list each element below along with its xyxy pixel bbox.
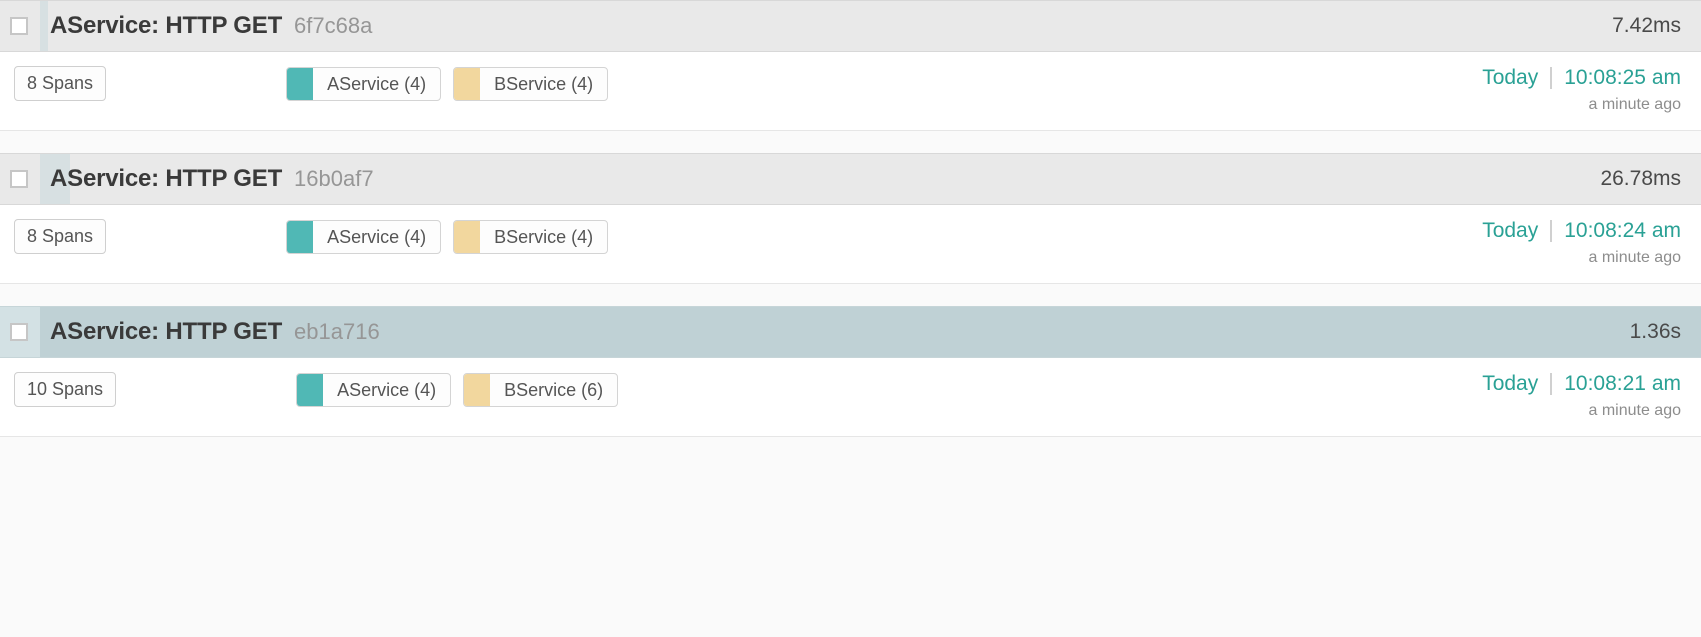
service-tag[interactable]: BService (4) <box>453 220 608 254</box>
select-trace-checkbox[interactable] <box>10 170 28 188</box>
time-clock: 10:08:24 am <box>1564 219 1681 243</box>
time-row: Today 10:08:25 am <box>1482 66 1681 90</box>
time-relative: a minute ago <box>1482 249 1681 267</box>
trace-item[interactable]: AService: HTTP GET 6f7c68a 7.42ms 8 Spans AS… <box>0 0 1701 131</box>
trace-body: 8 Spans AService (4) BService (4) Today 10:0… <box>0 52 1701 131</box>
service-tag[interactable]: BService (6) <box>463 373 618 407</box>
time-clock: 10:08:21 am <box>1564 372 1681 396</box>
time-separator <box>1550 373 1552 395</box>
trace-duration: 1.36s <box>1630 320 1681 344</box>
service-tag-label: BService (4) <box>480 221 607 253</box>
trace-title: AService: HTTP GET <box>50 165 282 193</box>
service-tags: AService (4) BService (6) <box>296 373 618 407</box>
trace-time: Today 10:08:25 am a minute ago <box>1482 66 1681 114</box>
trace-id: eb1a716 <box>294 319 380 345</box>
service-color-swatch <box>454 68 480 100</box>
time-separator <box>1550 67 1552 89</box>
trace-body: 8 Spans AService (4) BService (4) Today 10:0… <box>0 205 1701 284</box>
trace-duration: 7.42ms <box>1612 14 1681 38</box>
time-row: Today 10:08:21 am <box>1482 372 1681 396</box>
trace-header[interactable]: AService: HTTP GET eb1a716 1.36s <box>0 306 1701 358</box>
time-separator <box>1550 220 1552 242</box>
service-color-swatch <box>454 221 480 253</box>
trace-header[interactable]: AService: HTTP GET 6f7c68a 7.42ms <box>0 0 1701 52</box>
spans-count[interactable]: 8 Spans <box>14 66 106 101</box>
service-tag[interactable]: AService (4) <box>296 373 451 407</box>
service-tag-label: BService (6) <box>490 374 617 406</box>
time-clock: 10:08:25 am <box>1564 66 1681 90</box>
trace-body-left: 10 Spans AService (4) BService (6) <box>14 372 618 407</box>
time-day: Today <box>1482 66 1538 90</box>
trace-id: 6f7c68a <box>294 13 372 39</box>
service-color-swatch <box>287 221 313 253</box>
service-tag[interactable]: AService (4) <box>286 67 441 101</box>
service-tag-label: AService (4) <box>313 221 440 253</box>
trace-header-left: AService: HTTP GET 16b0af7 <box>0 165 374 193</box>
service-tag[interactable]: AService (4) <box>286 220 441 254</box>
trace-body-left: 8 Spans AService (4) BService (4) <box>14 66 608 101</box>
time-relative: a minute ago <box>1482 96 1681 114</box>
service-tag[interactable]: BService (4) <box>453 67 608 101</box>
select-trace-checkbox[interactable] <box>10 17 28 35</box>
trace-title: AService: HTTP GET <box>50 12 282 40</box>
select-trace-checkbox[interactable] <box>10 323 28 341</box>
trace-body: 10 Spans AService (4) BService (6) Today 10:… <box>0 358 1701 437</box>
service-tags: AService (4) BService (4) <box>286 67 608 101</box>
trace-header[interactable]: AService: HTTP GET 16b0af7 26.78ms <box>0 153 1701 205</box>
trace-list: AService: HTTP GET6f7c68a7.42ms8 SpansAS… <box>0 0 1701 437</box>
time-relative: a minute ago <box>1482 402 1681 420</box>
trace-time: Today 10:08:24 am a minute ago <box>1482 219 1681 267</box>
trace-id: 16b0af7 <box>294 166 374 192</box>
service-tag-label: BService (4) <box>480 68 607 100</box>
time-row: Today 10:08:24 am <box>1482 219 1681 243</box>
trace-item[interactable]: AService: HTTP GET eb1a716 1.36s 10 Spans AS… <box>0 306 1701 437</box>
trace-title: AService: HTTP GET <box>50 318 282 346</box>
service-tag-label: AService (4) <box>323 374 450 406</box>
trace-header-left: AService: HTTP GET 6f7c68a <box>0 12 372 40</box>
spans-count[interactable]: 8 Spans <box>14 219 106 254</box>
trace-item[interactable]: AService: HTTP GET 16b0af7 26.78ms 8 Spans A… <box>0 153 1701 284</box>
time-day: Today <box>1482 219 1538 243</box>
service-tags: AService (4) BService (4) <box>286 220 608 254</box>
service-color-swatch <box>464 374 490 406</box>
trace-duration: 26.78ms <box>1600 167 1681 191</box>
trace-header-left: AService: HTTP GET eb1a716 <box>0 318 380 346</box>
time-day: Today <box>1482 372 1538 396</box>
service-color-swatch <box>297 374 323 406</box>
service-tag-label: AService (4) <box>313 68 440 100</box>
trace-time: Today 10:08:21 am a minute ago <box>1482 372 1681 420</box>
spans-count[interactable]: 10 Spans <box>14 372 116 407</box>
service-color-swatch <box>287 68 313 100</box>
trace-body-left: 8 Spans AService (4) BService (4) <box>14 219 608 254</box>
